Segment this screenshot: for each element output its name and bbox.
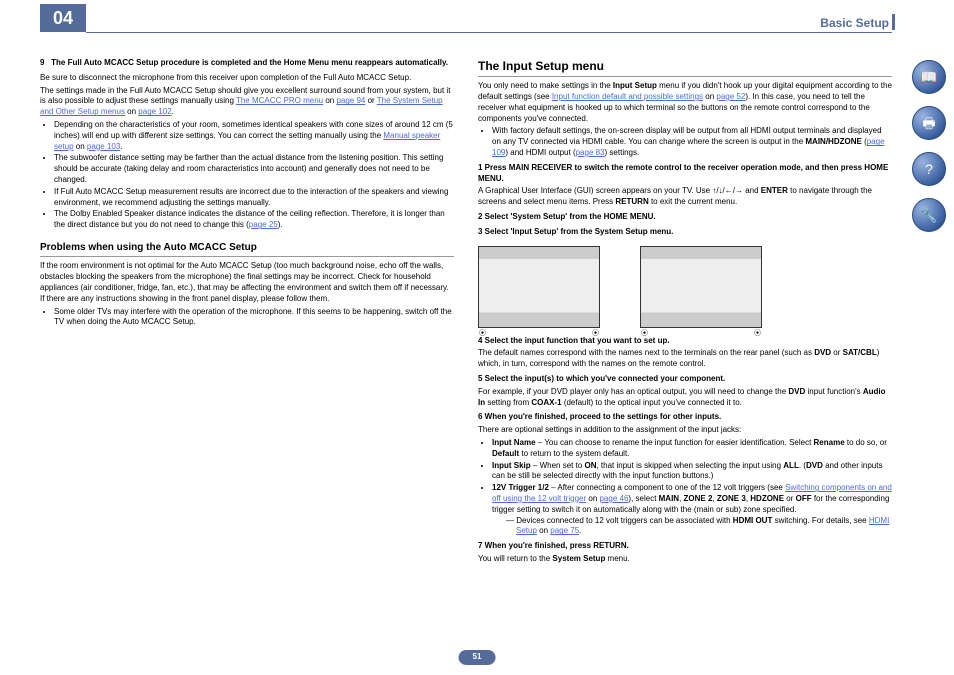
list-item: If Full Auto MCACC Setup measurement res… — [54, 187, 454, 209]
header-rule — [86, 32, 892, 33]
list-item: The Dolby Enabled Speaker distance indic… — [54, 209, 454, 231]
bullet-list: Some older TVs may interfere with the op… — [40, 307, 454, 329]
list-item: Input Skip – When set to ON, that input … — [492, 461, 892, 483]
printer-icon[interactable]: 🖶 — [912, 106, 946, 140]
body-text: A Graphical User Interface (GUI) screen … — [478, 186, 892, 208]
right-column: The Input Setup menu You only need to ma… — [478, 58, 892, 643]
book-icon[interactable]: 📖 — [912, 60, 946, 94]
step-1: 1 Press MAIN RECEIVER to switch the remo… — [478, 163, 892, 185]
step-6: 6 When you're finished, proceed to the s… — [478, 412, 892, 423]
body-text: You only need to make settings in the In… — [478, 81, 892, 124]
page-content: 9 The Full Auto MCACC Setup procedure is… — [40, 58, 892, 643]
bullet-list: With factory default settings, the on-sc… — [478, 126, 892, 158]
nav-sidebar: 📖 🖶 ? 🔧 — [912, 60, 946, 232]
body-text: Be sure to disconnect the microphone fro… — [40, 73, 454, 84]
link-page-46[interactable]: page 46 — [599, 494, 628, 503]
body-text: The settings made in the Full Auto MCACC… — [40, 86, 454, 118]
list-item: 12V Trigger 1/2 – After connecting a com… — [492, 483, 892, 537]
link-page-25[interactable]: page 25 — [249, 220, 278, 229]
link-page-75[interactable]: page 75 — [550, 526, 579, 535]
tools-icon[interactable]: 🔧 — [912, 198, 946, 232]
list-item: With factory default settings, the on-sc… — [492, 126, 892, 158]
sub-note: — Devices connected to 12 volt triggers … — [506, 516, 892, 538]
ui-screenshot — [478, 246, 600, 328]
left-column: 9 The Full Auto MCACC Setup procedure is… — [40, 58, 454, 643]
bullet-list: Input Name – You can choose to rename th… — [478, 438, 892, 537]
section-heading: The Input Setup menu — [478, 58, 892, 77]
screenshot-row — [478, 246, 892, 328]
step-4: 4 Select the input function that you wan… — [478, 336, 892, 347]
body-text: There are optional settings in addition … — [478, 425, 892, 436]
subsection-heading: Problems when using the Auto MCACC Setup — [40, 241, 454, 258]
list-item: The subwoofer distance setting may be fa… — [54, 153, 454, 185]
link-mcacc-pro[interactable]: The MCACC PRO menu — [236, 96, 323, 105]
ui-screenshot — [640, 246, 762, 328]
chapter-badge: 04 — [40, 4, 86, 32]
step-5: 5 Select the input(s) to which you've co… — [478, 374, 892, 385]
body-text: For example, if your DVD player only has… — [478, 387, 892, 409]
list-item: Some older TVs may interfere with the op… — [54, 307, 454, 329]
link-input-defaults[interactable]: Input function default and possible sett… — [552, 92, 703, 101]
list-item: Input Name – You can choose to rename th… — [492, 438, 892, 460]
step-2: 2 Select 'System Setup' from the HOME ME… — [478, 212, 892, 223]
body-text: If the room environment is not optimal f… — [40, 261, 454, 304]
list-item: Depending on the characteristics of your… — [54, 120, 454, 152]
step-3: 3 Select 'Input Setup' from the System S… — [478, 227, 892, 238]
link-page-94[interactable]: page 94 — [336, 96, 365, 105]
link-page-52[interactable]: page 52 — [716, 92, 745, 101]
link-page-83[interactable]: page 83 — [576, 148, 605, 157]
body-text: You will return to the System Setup menu… — [478, 554, 892, 565]
link-page-103[interactable]: page 103 — [87, 142, 120, 151]
bullet-list: Depending on the characteristics of your… — [40, 120, 454, 231]
link-page-102[interactable]: page 102 — [138, 107, 171, 116]
step-9-heading: 9 The Full Auto MCACC Setup procedure is… — [40, 58, 454, 69]
section-title: Basic Setup — [820, 15, 889, 31]
help-icon[interactable]: ? — [912, 152, 946, 186]
step-7: 7 When you're finished, press RETURN. — [478, 541, 892, 552]
body-text: The default names correspond with the na… — [478, 348, 892, 370]
page-number: 51 — [459, 650, 496, 665]
